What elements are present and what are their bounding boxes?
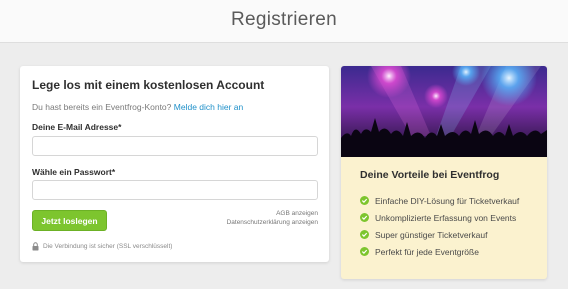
concert-crowd-image xyxy=(341,66,547,157)
check-circle-icon xyxy=(360,213,369,222)
privacy-link[interactable]: Datenschutzerklärung anzeigen xyxy=(227,218,318,227)
login-prompt-text: Du hast bereits ein Eventfrog-Konto? xyxy=(32,102,172,112)
benefits-title: Deine Vorteile bei Eventfrog xyxy=(360,169,500,181)
form-title: Lege los mit einem kostenlosen Account xyxy=(32,78,265,92)
benefit-label: Unkomplizierte Erfassung von Events xyxy=(375,212,517,223)
email-label: Deine E-Mail Adresse* xyxy=(32,122,122,132)
benefits-list: Einfache DIY-Lösung für Ticketverkauf Un… xyxy=(360,192,519,260)
email-field[interactable] xyxy=(32,136,318,156)
ssl-notice: Die Verbindung ist sicher (SSL verschlüs… xyxy=(32,242,172,251)
page-header: Registrieren xyxy=(0,0,568,43)
ssl-notice-text: Die Verbindung ist sicher (SSL verschlüs… xyxy=(43,243,173,250)
password-label: Wähle ein Passwort* xyxy=(32,167,116,177)
page-title: Registrieren xyxy=(230,9,338,30)
check-circle-icon xyxy=(360,247,369,256)
registration-form: Lege los mit einem kostenlosen Account D… xyxy=(20,66,329,262)
benefit-item: Perfekt für jede Eventgröße xyxy=(360,243,519,260)
legal-links: AGB anzeigen Datenschutzerklärung anzeig… xyxy=(227,209,318,227)
benefit-label: Super günstiger Ticketverkauf xyxy=(375,229,488,240)
benefit-label: Einfache DIY-Lösung für Ticketverkauf xyxy=(375,195,520,206)
login-link[interactable]: Melde dich hier an xyxy=(174,102,243,112)
benefit-item: Einfache DIY-Lösung für Ticketverkauf xyxy=(360,192,519,209)
benefit-label: Perfekt für jede Eventgröße xyxy=(375,246,479,257)
login-prompt-row: Du hast bereits ein Eventfrog-Konto? Mel… xyxy=(32,102,243,112)
check-circle-icon xyxy=(360,230,369,239)
agb-link[interactable]: AGB anzeigen xyxy=(227,209,318,218)
benefit-item: Super günstiger Ticketverkauf xyxy=(360,226,519,243)
lock-icon xyxy=(32,242,39,251)
submit-button[interactable]: Jetzt loslegen xyxy=(32,210,107,231)
benefits-panel: Deine Vorteile bei Eventfrog Einfache DI… xyxy=(341,66,547,279)
benefit-item: Unkomplizierte Erfassung von Events xyxy=(360,209,519,226)
check-circle-icon xyxy=(360,196,369,205)
password-field[interactable] xyxy=(32,180,318,200)
